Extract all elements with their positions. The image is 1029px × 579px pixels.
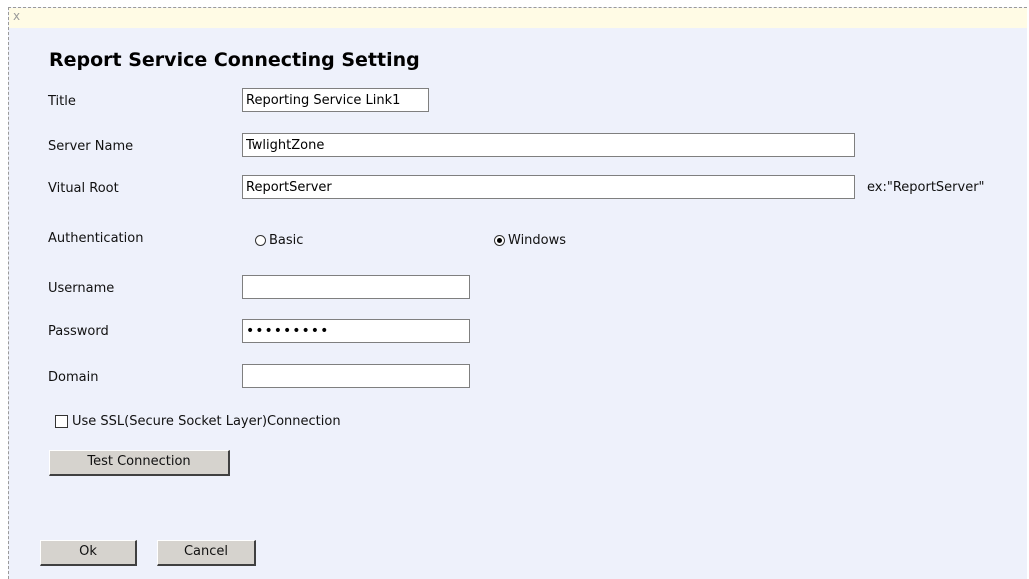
page-title: Report Service Connecting Setting [49, 49, 420, 71]
radio-basic[interactable]: Basic [255, 233, 303, 248]
test-connection-button[interactable]: Test Connection [49, 450, 230, 476]
cancel-button[interactable]: Cancel [157, 540, 256, 566]
virtual-root-label: Vitual Root [48, 181, 119, 196]
username-input[interactable] [242, 275, 470, 299]
password-input[interactable] [242, 319, 470, 343]
title-bar: x [9, 8, 1027, 28]
radio-basic-label: Basic [269, 233, 304, 248]
radio-basic-button[interactable] [255, 235, 266, 246]
close-icon[interactable]: x [13, 9, 20, 23]
radio-windows-label: Windows [508, 233, 567, 248]
password-label: Password [48, 324, 109, 339]
authentication-label: Authentication [48, 231, 144, 246]
dialog-frame: x Report Service Connecting Setting Titl… [8, 7, 1027, 579]
title-label: Title [48, 94, 76, 109]
domain-input[interactable] [242, 364, 470, 388]
virtual-root-hint: ex:"ReportServer" [867, 180, 985, 195]
server-name-input[interactable] [242, 133, 855, 157]
virtual-root-input[interactable] [242, 175, 855, 199]
radio-windows[interactable]: Windows [494, 233, 566, 248]
server-name-label: Server Name [48, 139, 134, 154]
ssl-checkbox[interactable] [55, 415, 68, 428]
username-label: Username [48, 281, 115, 296]
domain-label: Domain [48, 370, 99, 385]
ssl-option[interactable]: Use SSL(Secure Socket Layer)Connection [55, 414, 341, 429]
ok-button[interactable]: Ok [40, 540, 137, 566]
radio-windows-button[interactable] [494, 235, 505, 246]
ssl-label: Use SSL(Secure Socket Layer)Connection [72, 414, 341, 429]
title-input[interactable] [242, 88, 429, 112]
